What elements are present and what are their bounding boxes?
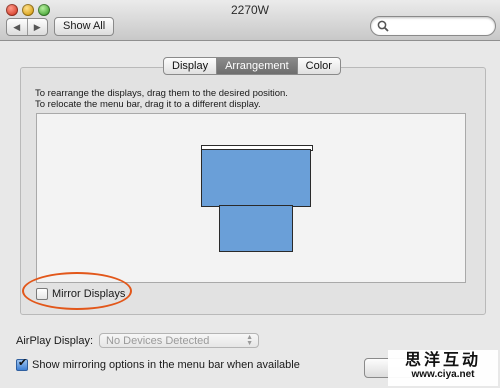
arrangement-instructions: To rearrange the displays, drag them to … [35, 88, 288, 110]
display-secondary[interactable] [219, 205, 293, 252]
tab-display[interactable]: Display [164, 58, 216, 74]
search-field[interactable] [370, 16, 496, 36]
highlight-annotation [22, 272, 132, 310]
display-main[interactable] [201, 149, 311, 207]
airplay-display-select[interactable]: No Devices Detected ▲ ▼ [99, 333, 260, 348]
watermark: 思洋互动 www.ciya.net [388, 350, 498, 386]
show-mirroring-label: Show mirroring options in the menu bar w… [32, 359, 300, 371]
chevron-left-icon: ◀ [13, 21, 21, 32]
forward-button[interactable]: ▶ [26, 19, 48, 35]
chevron-right-icon: ▶ [33, 21, 41, 32]
window-toolbar: 2270W ◀ ▶ Show All [0, 0, 500, 41]
window-title: 2270W [230, 3, 270, 17]
tab-color[interactable]: Color [296, 58, 340, 74]
watermark-title: 思洋互动 [404, 350, 481, 369]
airplay-row: AirPlay Display: No Devices Detected ▲ ▼ [16, 333, 260, 348]
back-button[interactable]: ◀ [7, 19, 27, 35]
tab-bar: Display Arrangement Color [163, 57, 341, 75]
back-forward-control: ◀ ▶ [6, 18, 48, 36]
search-icon [377, 20, 389, 32]
watermark-url: www.ciya.net [411, 369, 475, 380]
airplay-label: AirPlay Display: [16, 334, 94, 347]
show-all-button[interactable]: Show All [54, 17, 115, 36]
show-mirroring-checkbox[interactable]: ✔ [16, 357, 28, 371]
tab-arrangement[interactable]: Arrangement [216, 58, 297, 74]
show-mirroring-option[interactable]: ✔ Show mirroring options in the menu bar… [16, 357, 300, 371]
instruction-line-1: To rearrange the displays, drag them to … [35, 88, 288, 99]
airplay-selected-value: No Devices Detected [106, 335, 210, 347]
checkmark-icon: ✔ [18, 357, 28, 369]
instruction-line-2: To relocate the menu bar, drag it to a d… [35, 99, 261, 110]
updown-arrows-icon: ▲ ▼ [246, 334, 254, 347]
